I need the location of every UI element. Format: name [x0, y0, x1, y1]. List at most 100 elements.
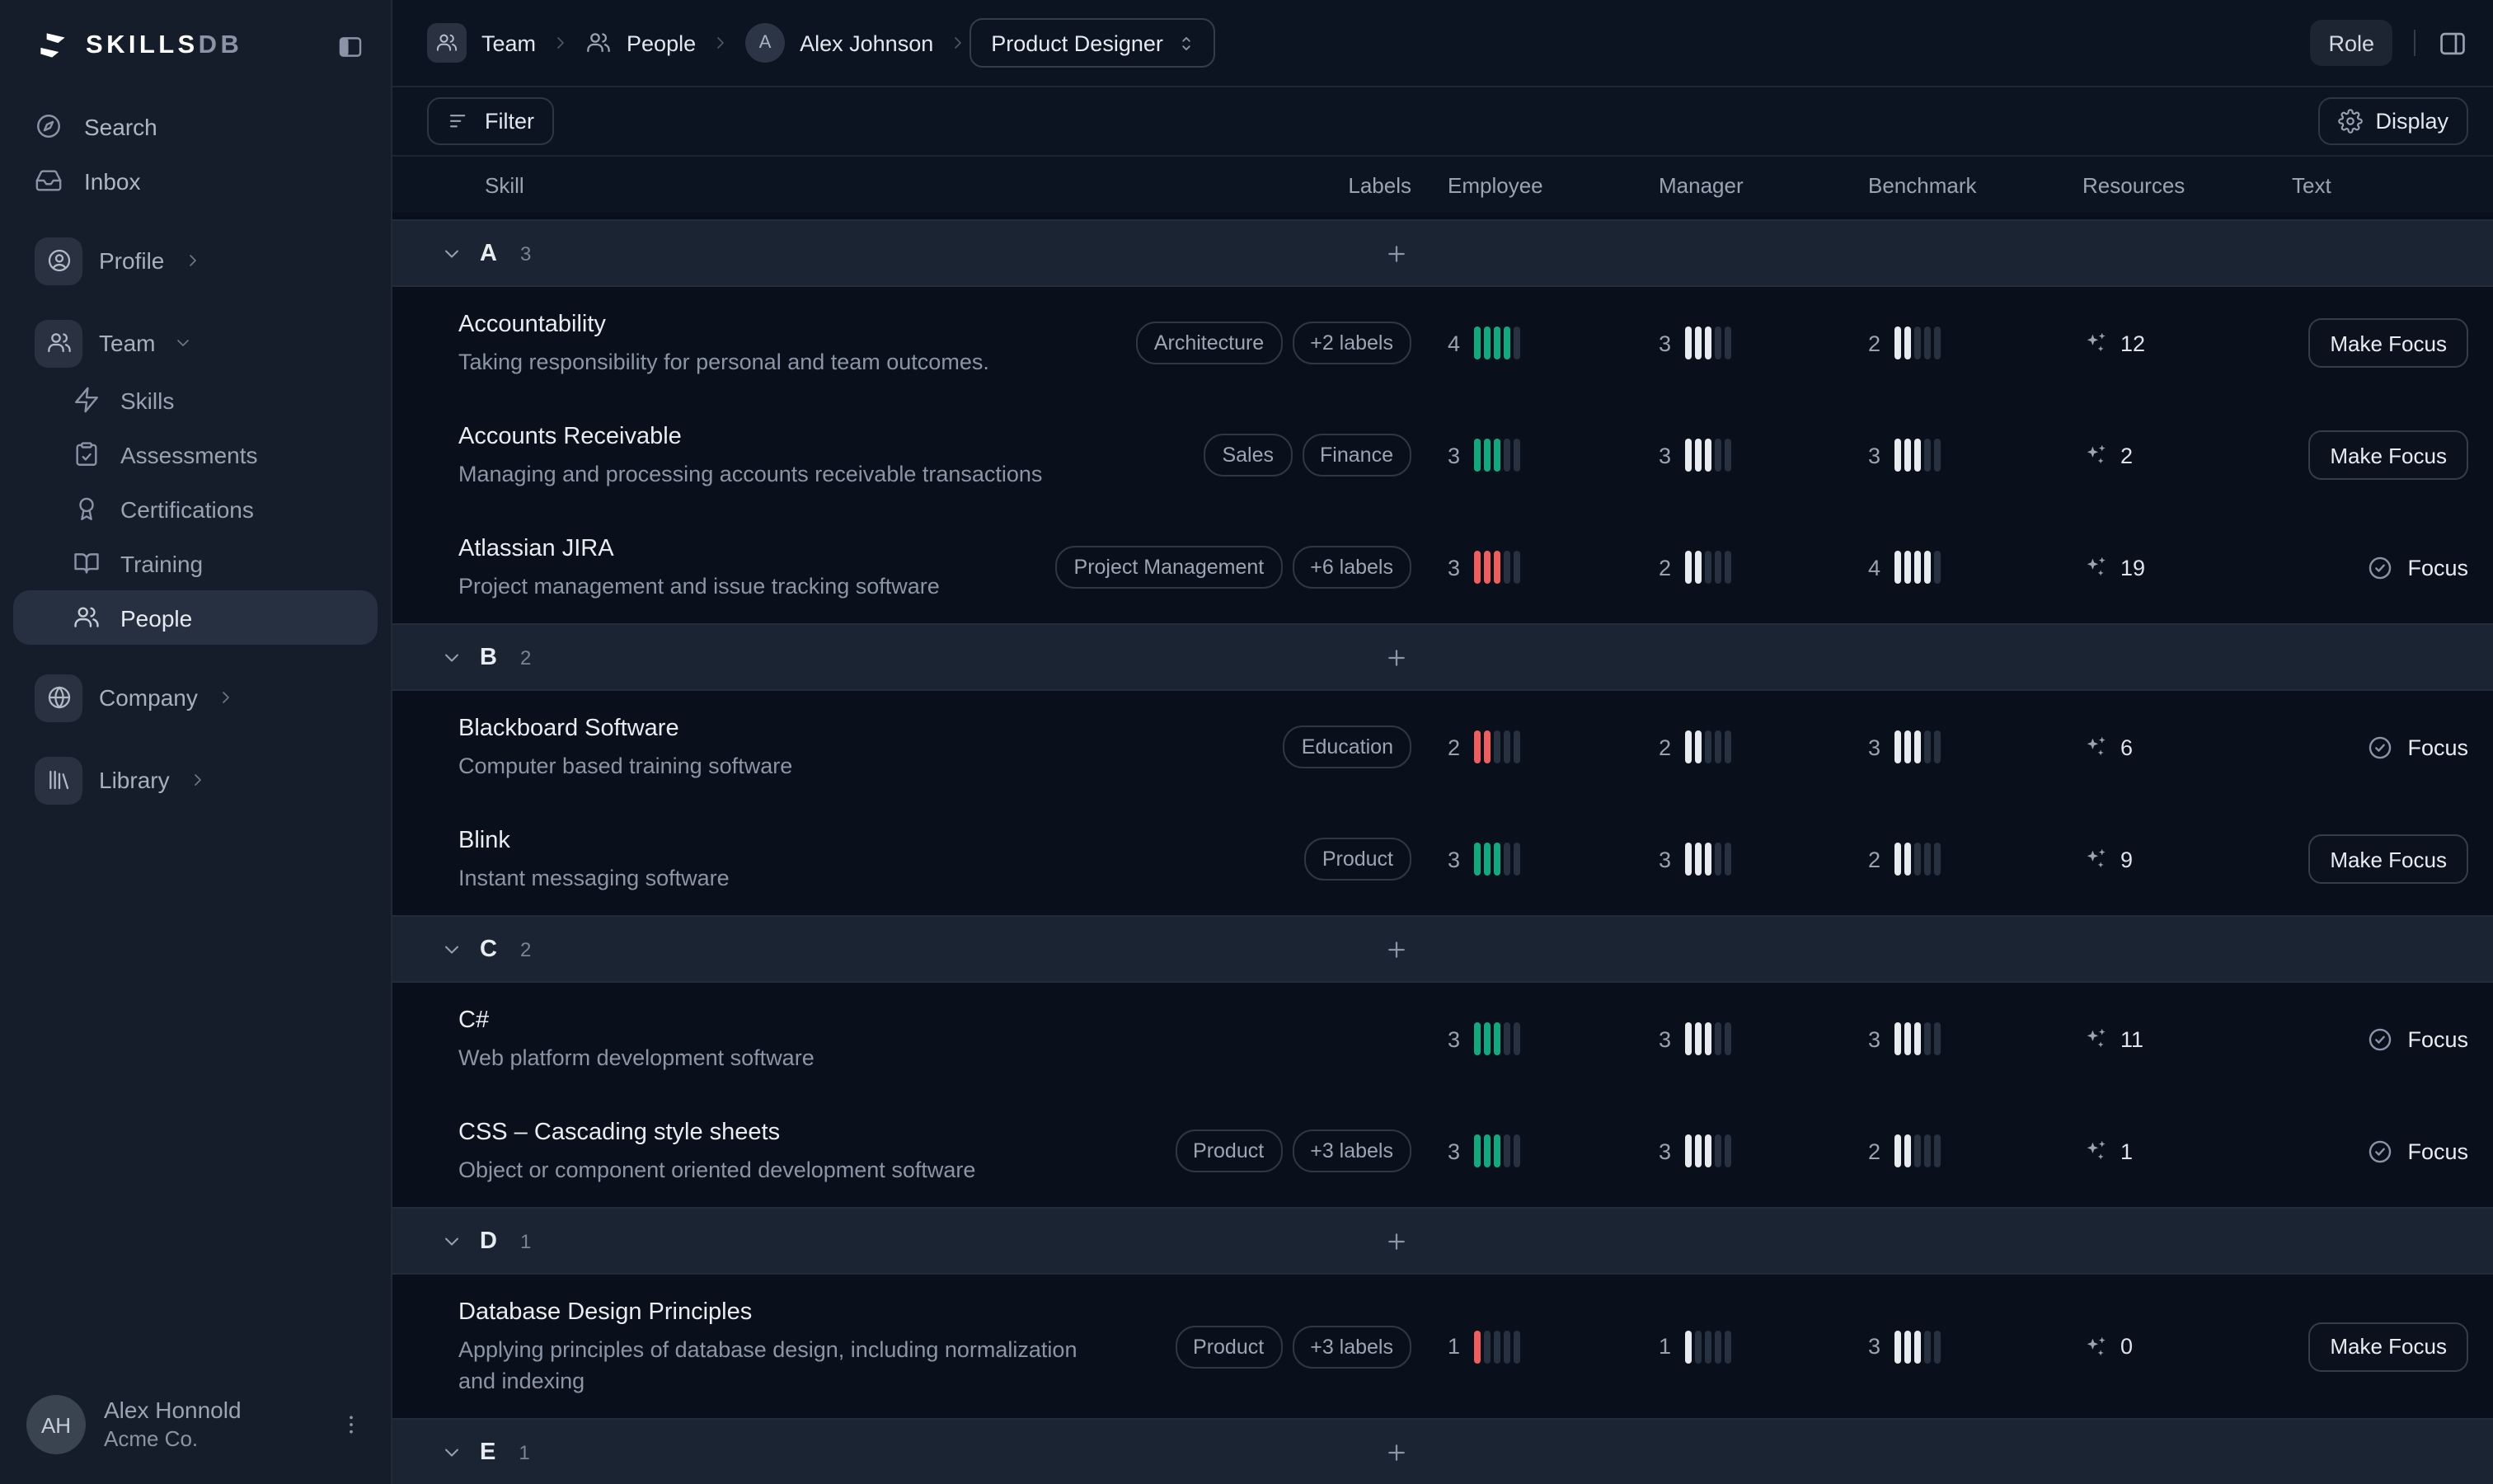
skill-row-css-cascading-style-sheets[interactable]: CSS – Cascading style sheets Object or c…	[392, 1095, 2493, 1207]
role-toggle-button[interactable]: Role	[2310, 20, 2392, 66]
sidebar-item-skills[interactable]: Skills	[13, 373, 378, 427]
rating-bars	[1685, 1022, 1731, 1055]
skill-row-blackboard-software[interactable]: Blackboard Software Computer based train…	[392, 691, 2493, 803]
sidebar-item-training[interactable]: Training	[13, 536, 378, 590]
make-focus-button[interactable]: Make Focus	[2308, 834, 2468, 884]
column-header-employee[interactable]: Employee	[1411, 172, 1622, 197]
kebab-menu-icon[interactable]	[338, 1411, 364, 1438]
column-header-benchmark[interactable]: Benchmark	[1832, 172, 2046, 197]
chevron-down-icon[interactable]	[440, 1229, 463, 1252]
add-skill-icon[interactable]	[1383, 240, 1410, 266]
resources-cell[interactable]: 1	[2046, 1138, 2256, 1164]
display-button[interactable]: Display	[2317, 97, 2468, 145]
rating-bar	[1474, 1330, 1481, 1363]
group-letter: C	[480, 936, 497, 962]
skill-row-accounts-receivable[interactable]: Accounts Receivable Managing and process…	[392, 399, 2493, 511]
focus-status[interactable]: Focus	[2366, 1137, 2468, 1165]
focus-status[interactable]: Focus	[2366, 733, 2468, 761]
column-header-manager[interactable]: Manager	[1622, 172, 1832, 197]
avatar: A	[745, 23, 785, 63]
user-profile[interactable]: AH Alex Honnold Acme Co.	[0, 1372, 391, 1484]
breadcrumb-alex-johnson[interactable]: A Alex Johnson	[745, 23, 933, 63]
chevron-down-icon[interactable]	[440, 1440, 463, 1463]
skill-description: Managing and processing accounts receiva…	[458, 458, 1118, 490]
rating-bar	[1695, 1330, 1702, 1363]
employee-rating: 4	[1411, 326, 1622, 359]
skill-row-database-design-principles[interactable]: Database Design Principles Applying prin…	[392, 1275, 2493, 1418]
sidebar-item-inbox[interactable]: Inbox	[13, 153, 378, 208]
label-pill[interactable]: Product	[1304, 838, 1411, 881]
skill-row-atlassian-jira[interactable]: Atlassian JIRA Project management and is…	[392, 511, 2493, 623]
skill-row-blink[interactable]: Blink Instant messaging software Product…	[392, 803, 2493, 915]
resources-cell[interactable]: 9	[2046, 846, 2256, 872]
label-pill[interactable]: +6 labels	[1292, 546, 1411, 589]
focus-status[interactable]: Focus	[2366, 553, 2468, 581]
column-header-labels[interactable]: Labels	[1164, 172, 1411, 197]
rating-bar	[1484, 843, 1491, 876]
breadcrumb-people[interactable]: People	[585, 30, 696, 56]
clipboard-check-icon	[73, 440, 101, 468]
filter-button[interactable]: Filter	[427, 97, 554, 145]
group-header-row-e[interactable]: E 1	[392, 1418, 2493, 1484]
skill-description: Taking responsibility for personal and t…	[458, 346, 1118, 378]
add-skill-icon[interactable]	[1383, 936, 1410, 962]
label-pill[interactable]: Education	[1284, 726, 1411, 768]
chevron-down-icon[interactable]	[440, 242, 463, 265]
sidebar-item-search[interactable]: Search	[13, 99, 378, 153]
skill-row-c[interactable]: C# Web platform development software 3 3…	[392, 983, 2493, 1095]
column-header-resources[interactable]: Resources	[2046, 172, 2256, 197]
check-circle-icon	[2366, 1137, 2394, 1165]
resources-cell[interactable]: 19	[2046, 554, 2256, 580]
group-header-row-a[interactable]: A 3	[392, 219, 2493, 287]
label-pill[interactable]: Product	[1175, 1129, 1282, 1172]
add-skill-icon[interactable]	[1383, 1228, 1410, 1254]
sidebar-item-assessments[interactable]: Assessments	[13, 427, 378, 481]
sidebar-item-library[interactable]: Library	[13, 750, 378, 810]
label-pill[interactable]: +2 labels	[1292, 322, 1411, 364]
focus-status[interactable]: Focus	[2366, 1025, 2468, 1053]
panel-toggle-icon[interactable]	[2437, 27, 2468, 59]
rating-bar	[1685, 730, 1692, 763]
label-pill[interactable]: Sales	[1204, 434, 1292, 477]
label-pill[interactable]: +3 labels	[1292, 1325, 1411, 1368]
rating-bar	[1695, 730, 1702, 763]
group-header-row-c[interactable]: C 2	[392, 915, 2493, 983]
role-dropdown[interactable]: Product Designer	[970, 18, 1216, 68]
rating-bar	[1715, 439, 1721, 472]
resources-cell[interactable]: 6	[2046, 734, 2256, 760]
add-skill-icon[interactable]	[1383, 644, 1410, 670]
label-pill[interactable]: Finance	[1302, 434, 1411, 477]
breadcrumb-team[interactable]: Team	[427, 23, 536, 63]
resources-cell[interactable]: 2	[2046, 442, 2256, 468]
resources-cell[interactable]: 12	[2046, 330, 2256, 356]
label-pill[interactable]: Product	[1175, 1325, 1282, 1368]
column-header-text[interactable]: Text	[2256, 172, 2468, 197]
add-skill-icon[interactable]	[1383, 1439, 1410, 1465]
make-focus-button[interactable]: Make Focus	[2308, 430, 2468, 480]
sidebar-nav: Search Inbox Profile Team Skills Assessm…	[0, 92, 391, 1372]
make-focus-button[interactable]: Make Focus	[2308, 318, 2468, 368]
main-area: Team People A Alex Johnson Product Desig…	[392, 0, 2493, 1484]
sidebar-collapse-icon[interactable]	[336, 32, 364, 60]
sidebar-item-team[interactable]: Team	[13, 313, 378, 373]
label-pill[interactable]: Architecture	[1136, 322, 1282, 364]
group-header-row-b[interactable]: B 2	[392, 623, 2493, 691]
make-focus-button[interactable]: Make Focus	[2308, 1322, 2468, 1371]
rating-bar	[1914, 439, 1921, 472]
sidebar-item-label: Skills	[120, 387, 174, 413]
sidebar-item-people[interactable]: People	[13, 590, 378, 645]
chevron-down-icon[interactable]	[440, 937, 463, 960]
label-pill[interactable]: +3 labels	[1292, 1129, 1411, 1172]
rating-bar	[1695, 1134, 1702, 1167]
sidebar-item-certifications[interactable]: Certifications	[13, 481, 378, 536]
chevron-down-icon[interactable]	[440, 646, 463, 669]
label-pill[interactable]: Project Management	[1056, 546, 1283, 589]
rating-bar	[1934, 326, 1941, 359]
resources-cell[interactable]: 11	[2046, 1026, 2256, 1052]
sidebar-item-company[interactable]: Company	[13, 668, 378, 727]
skill-row-accountability[interactable]: Accountability Taking responsibility for…	[392, 287, 2493, 399]
group-header-row-d[interactable]: D 1	[392, 1207, 2493, 1275]
resources-cell[interactable]: 0	[2046, 1333, 2256, 1360]
sidebar-item-profile[interactable]: Profile	[13, 231, 378, 290]
column-header-skill[interactable]: Skill	[427, 172, 1164, 197]
